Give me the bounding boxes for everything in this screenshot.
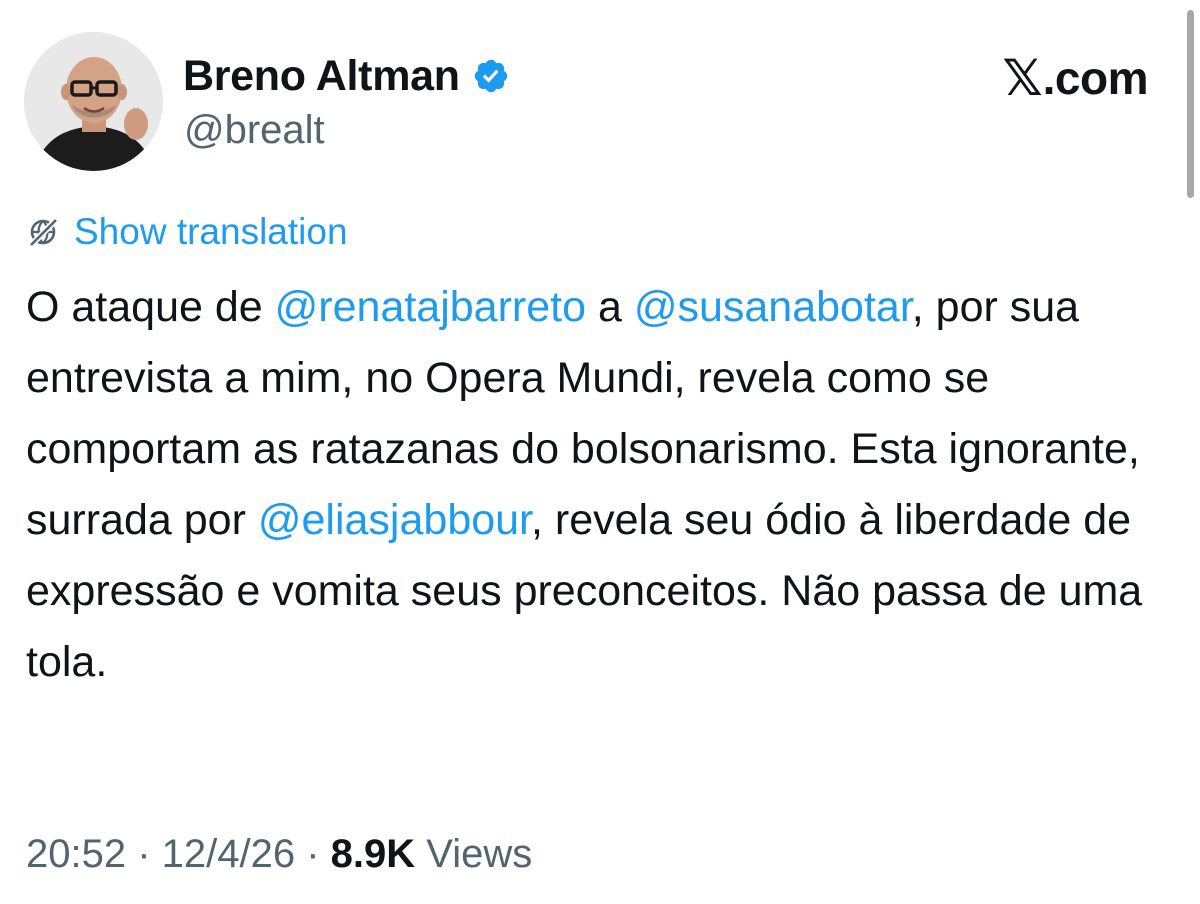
tweet-text: O ataque de @renatajbarreto a @susanabot… [26,272,1186,698]
profile-photo [24,32,163,171]
author-handle[interactable]: @brealt [184,108,325,153]
verified-badge-icon [474,59,507,93]
mention-link[interactable]: @renatajbarreto [275,283,586,331]
tweet-text-segment: a [586,283,634,331]
meta-separator: · [126,832,162,876]
scrollbar[interactable] [1187,10,1194,198]
tweet-meta: 20:52 · 12/4/26 · 8.9K Views [26,832,532,877]
views-label-text: Views [426,832,533,876]
x-logo-icon: 𝕏 [1002,49,1043,107]
show-translation-label[interactable]: Show translation [74,211,348,253]
show-translation-button[interactable]: Show translation [26,211,348,253]
brand-logo: 𝕏 .com [1002,52,1148,104]
avatar[interactable] [24,32,163,171]
brand-domain: .com [1042,52,1149,104]
views-label: Views [415,832,532,877]
mention-link[interactable]: @eliasjabbour [258,496,531,544]
tweet-date[interactable]: 12/4/26 [162,832,295,877]
globe-slash-icon [27,216,60,249]
meta-separator: · [295,832,331,876]
tweet-text-segment: O ataque de [26,283,275,331]
author-name-row: Breno Altman [183,50,510,102]
tweet-time[interactable]: 20:52 [26,832,126,877]
views-count[interactable]: 8.9K [331,832,416,877]
mention-link[interactable]: @susanabotar [634,283,912,331]
author-display-name[interactable]: Breno Altman [183,52,460,101]
